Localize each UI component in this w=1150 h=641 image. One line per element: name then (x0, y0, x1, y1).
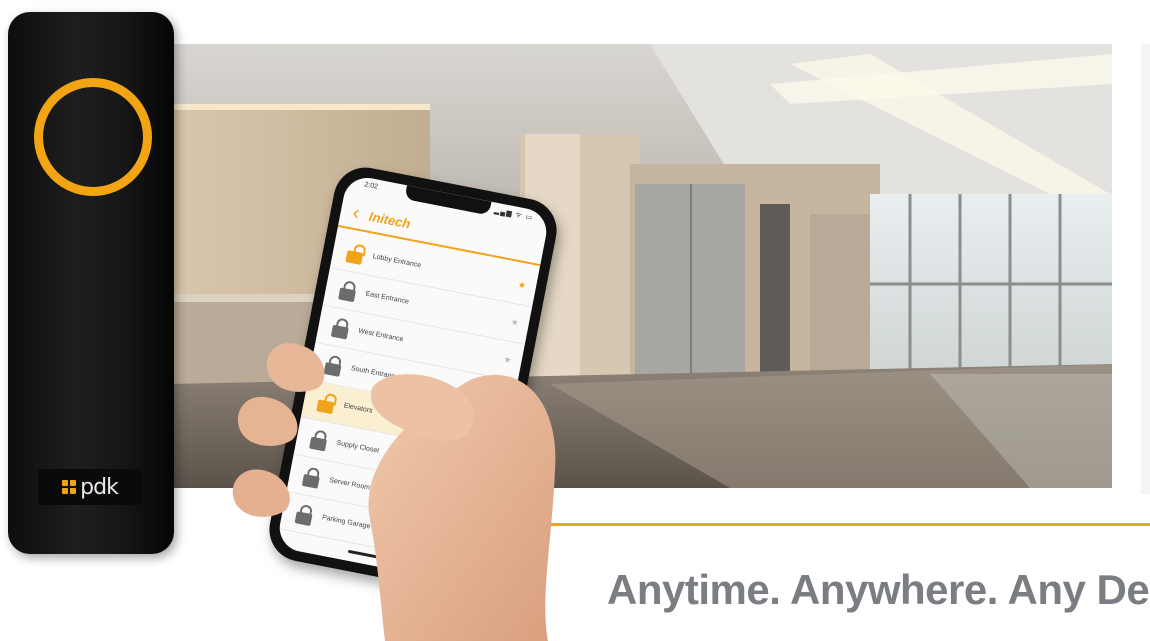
card-reader-device: pdk (8, 12, 174, 554)
locked-padlock-icon (330, 316, 351, 340)
unlocked-padlock-icon (345, 242, 367, 265)
locked-padlock-icon (309, 428, 329, 451)
status-icons: ▂▄▆ ᯤ ▭ (493, 207, 534, 222)
locked-padlock-icon (301, 466, 322, 489)
accent-divider (548, 523, 1150, 526)
locked-padlock-icon (323, 354, 344, 377)
favorite-star-icon[interactable]: ★ (502, 354, 513, 366)
favorite-star-icon[interactable]: ★ (510, 317, 520, 329)
tagline: Anytime. Anywhere. Any De (607, 566, 1150, 613)
locked-padlock-icon (294, 503, 315, 526)
locked-padlock-icon (338, 279, 358, 302)
favorite-star-icon[interactable]: ★ (495, 391, 505, 403)
right-edge-panel (1141, 44, 1150, 494)
status-time: 2:02 (363, 181, 379, 191)
pdk-logo-dots-icon (62, 480, 77, 494)
pdk-logo: pdk (38, 469, 142, 505)
back-chevron-icon[interactable]: ‹ (351, 202, 362, 225)
favorite-star-icon[interactable]: ★ (517, 279, 527, 291)
reader-ring-light (34, 78, 152, 196)
app-title: Initech (367, 208, 412, 231)
pdk-logo-text: pdk (80, 474, 119, 500)
unlocked-padlock-icon (316, 391, 338, 414)
